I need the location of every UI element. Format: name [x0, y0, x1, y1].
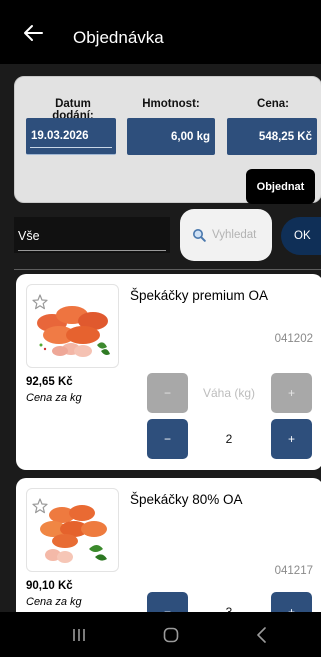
product-image — [26, 488, 119, 572]
total-price-field: 548,25 Kč — [227, 118, 317, 155]
total-weight-field: 6,00 kg — [127, 118, 215, 155]
product-name: Špekáčky 80% OA — [130, 492, 243, 507]
home-button[interactable] — [156, 624, 186, 646]
quantity-value: 2 — [225, 432, 233, 446]
product-code: 041202 — [274, 333, 313, 345]
weight-plus-button[interactable]: + — [271, 373, 312, 413]
star-icon[interactable] — [31, 497, 49, 515]
product-price: 90,10 Kč — [26, 580, 73, 592]
product-unit: Cena za kg — [26, 392, 82, 404]
main-content: Datum dodání: Hmotnost: Cena: 19.03.2026… — [0, 64, 321, 612]
search-box[interactable] — [180, 209, 272, 261]
quantity-value: 3 — [225, 605, 233, 612]
list-divider — [14, 269, 321, 270]
quantity-plus-button[interactable]: + — [271, 419, 312, 459]
home-icon — [163, 627, 179, 643]
order-summary-panel: Datum dodání: Hmotnost: Cena: 19.03.2026… — [14, 76, 321, 204]
total-weight-value: 6,00 kg — [171, 130, 210, 143]
recent-apps-icon — [73, 629, 85, 641]
delivery-date-value: 19.03.2026 — [31, 130, 89, 142]
back-icon — [257, 627, 266, 643]
quantity-minus-button[interactable]: − — [147, 419, 188, 459]
weight-label: Hmotnost: — [142, 98, 200, 110]
category-select[interactable]: Vše — [14, 217, 170, 253]
total-price-value: 548,25 Kč — [258, 130, 312, 143]
product-code: 041217 — [274, 565, 313, 577]
arrow-left-icon — [24, 25, 43, 41]
nav-back-button[interactable] — [247, 624, 277, 646]
star-icon[interactable] — [31, 293, 49, 311]
product-name: Špekáčky premium OA — [130, 288, 269, 303]
delivery-date-field[interactable]: 19.03.2026 — [26, 118, 116, 155]
page-title: Objednávka — [73, 28, 164, 47]
weight-minus-button[interactable]: − — [147, 373, 188, 413]
product-price: 92,65 Kč — [26, 376, 73, 388]
search-input[interactable] — [212, 229, 272, 241]
ok-button[interactable]: OK — [281, 217, 321, 255]
weight-label: Váha (kg) — [203, 386, 256, 400]
back-button[interactable] — [18, 18, 48, 48]
product-unit: Cena za kg — [26, 596, 82, 608]
product-image — [26, 284, 119, 368]
price-label: Cena: — [257, 98, 289, 110]
date-field-underline — [30, 147, 112, 148]
product-card: Špekáčky 80% OA 041217 90,10 Kč Cena za … — [16, 478, 321, 612]
quantity-minus-button[interactable]: − — [147, 592, 188, 612]
recent-apps-button[interactable] — [64, 624, 94, 646]
search-icon — [193, 229, 206, 242]
product-card: Špekáčky premium OA 041202 92,65 Kč Cena… — [16, 274, 321, 470]
order-button[interactable]: Objednat — [246, 169, 315, 204]
app-header: Objednávka — [0, 0, 321, 64]
system-nav-bar — [0, 612, 321, 657]
category-underline — [18, 250, 166, 251]
quantity-plus-button[interactable]: + — [271, 592, 312, 612]
category-value: Vše — [18, 229, 40, 243]
